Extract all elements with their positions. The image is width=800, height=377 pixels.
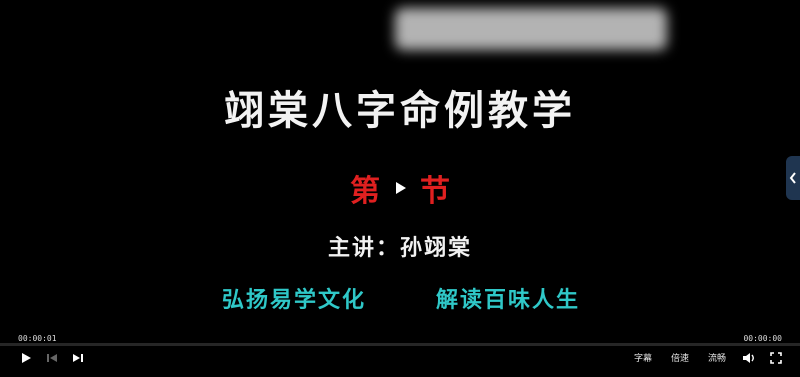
slogan-left: 弘扬易学文化 bbox=[222, 288, 367, 313]
progress-bar[interactable] bbox=[0, 343, 800, 346]
center-play-icon bbox=[396, 182, 406, 194]
play-icon bbox=[22, 353, 31, 363]
volume-icon bbox=[743, 353, 754, 363]
section-label: 第 节 bbox=[300, 168, 500, 209]
next-button[interactable] bbox=[70, 348, 86, 368]
volume-button[interactable] bbox=[741, 348, 757, 368]
duration-time: 00:00:00 bbox=[743, 334, 782, 343]
fullscreen-button[interactable] bbox=[768, 348, 784, 368]
next-icon bbox=[73, 354, 83, 362]
previous-button[interactable] bbox=[44, 348, 60, 368]
lecturer-label: 主讲：孙翊棠 bbox=[327, 236, 472, 261]
slide-title: 翊棠八字命例教学 bbox=[224, 87, 576, 134]
side-panel-toggle[interactable] bbox=[786, 156, 800, 200]
quality-button[interactable]: 流畅 bbox=[708, 351, 726, 364]
center-play-button[interactable] bbox=[386, 174, 414, 202]
speed-button[interactable]: 倍速 bbox=[671, 351, 689, 364]
chevron-left-icon bbox=[789, 172, 796, 184]
current-time: 00:00:01 bbox=[18, 334, 57, 343]
blurred-watermark bbox=[395, 8, 667, 50]
section-label-left: 第 bbox=[350, 174, 380, 209]
video-player[interactable]: 翊棠八字命例教学 第 节 主讲：孙翊棠 弘扬易学文化 解读百味人生 00:00:… bbox=[0, 0, 800, 377]
control-bar: 字幕 倍速 流畅 bbox=[0, 348, 800, 368]
fullscreen-icon bbox=[770, 352, 782, 364]
subtitle-button[interactable]: 字幕 bbox=[634, 351, 652, 364]
play-button[interactable] bbox=[18, 348, 34, 368]
slogan-right: 解读百味人生 bbox=[436, 288, 581, 313]
section-label-right: 节 bbox=[420, 174, 450, 209]
previous-icon bbox=[47, 354, 57, 362]
